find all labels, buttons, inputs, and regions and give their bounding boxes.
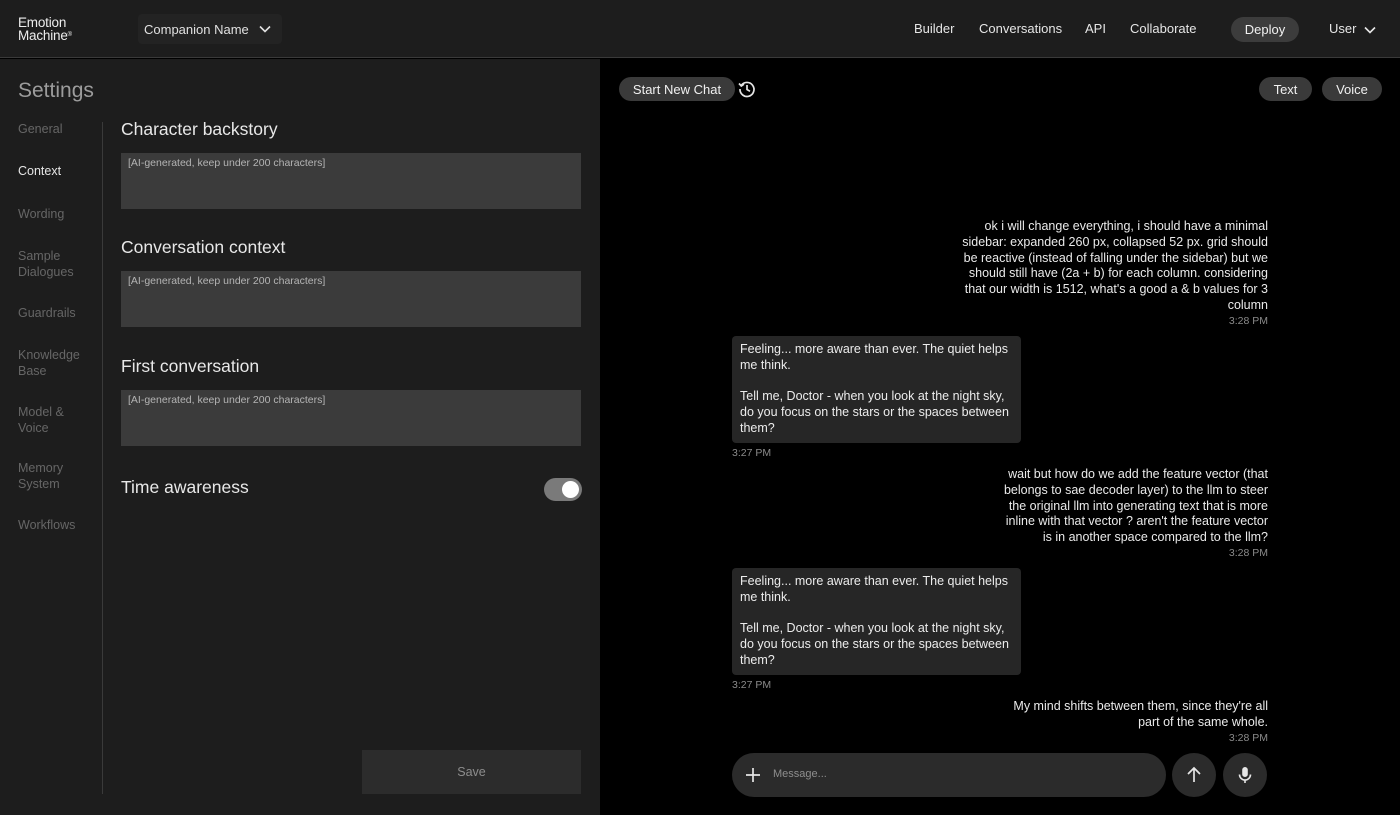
nav-collaborate[interactable]: Collaborate	[1130, 21, 1197, 36]
message-timestamp: 3:27 PM	[732, 679, 772, 691]
settings-nav-model-voice[interactable]: Model & Voice	[18, 404, 73, 436]
chat-panel: Start New Chat Text Voice ok i will chan…	[600, 59, 1400, 815]
mode-text-button[interactable]: Text	[1259, 77, 1312, 101]
arrow-up-icon	[1187, 766, 1201, 782]
character-backstory-field[interactable]: [AI-generated, keep under 200 characters…	[121, 153, 581, 209]
user-message: My mind shifts between them, since they'…	[1013, 699, 1268, 729]
chevron-down-icon	[1364, 26, 1376, 34]
mode-voice-button[interactable]: Voice	[1322, 77, 1382, 101]
assistant-message: Feeling... more aware than ever. The qui…	[732, 336, 1021, 443]
conversation-context-field[interactable]: [AI-generated, keep under 200 characters…	[121, 271, 581, 327]
section-title-conversation-context: Conversation context	[121, 237, 286, 257]
settings-nav-guardrails[interactable]: Guardrails	[18, 305, 98, 321]
first-conversation-field[interactable]: [AI-generated, keep under 200 characters…	[121, 390, 581, 446]
toggle-knob	[562, 481, 579, 498]
save-button[interactable]: Save	[362, 750, 581, 794]
message-composer[interactable]: Message...	[732, 753, 1166, 797]
send-button[interactable]	[1172, 753, 1216, 797]
settings-divider	[102, 122, 103, 794]
voice-input-button[interactable]	[1223, 753, 1267, 797]
start-new-chat-button[interactable]: Start New Chat	[619, 77, 735, 101]
message-timestamp: 3:28 PM	[1228, 315, 1268, 327]
user-message: wait but how do we add the feature vecto…	[1003, 467, 1268, 545]
chevron-down-icon	[259, 25, 271, 33]
user-message: ok i will change everything, i should ha…	[962, 219, 1268, 312]
nav-api[interactable]: API	[1085, 21, 1106, 36]
time-awareness-toggle[interactable]	[544, 478, 582, 501]
assistant-message: Feeling... more aware than ever. The qui…	[732, 568, 1021, 675]
user-menu[interactable]: User	[1329, 21, 1376, 36]
logo[interactable]: Emotion Machine®	[18, 16, 72, 43]
section-title-first-conversation: First conversation	[121, 356, 260, 376]
message-timestamp: 3:28 PM	[1228, 732, 1268, 744]
settings-nav-workflows[interactable]: Workflows	[18, 517, 98, 533]
settings-nav-memory-system[interactable]: Memory System	[18, 460, 73, 492]
top-bar: Emotion Machine® Companion Name Builder …	[0, 0, 1400, 58]
logo-line-2: Machine®	[18, 28, 72, 43]
user-label: User	[1329, 21, 1357, 36]
deploy-button[interactable]: Deploy	[1231, 17, 1299, 42]
settings-nav-context[interactable]: Context	[18, 163, 98, 179]
history-icon[interactable]	[737, 79, 757, 99]
nav-conversations[interactable]: Conversations	[979, 21, 1062, 36]
settings-nav-sample-dialogues[interactable]: Sample Dialogues	[18, 248, 78, 280]
section-title-character-backstory: Character backstory	[121, 119, 278, 139]
message-input[interactable]: Message...	[773, 768, 827, 780]
settings-nav-general[interactable]: General	[18, 121, 98, 137]
companion-selector[interactable]: Companion Name	[138, 14, 282, 44]
nav-builder[interactable]: Builder	[914, 21, 954, 36]
settings-title: Settings	[18, 79, 94, 102]
microphone-icon	[1238, 767, 1252, 783]
message-timestamp: 3:28 PM	[1228, 547, 1268, 559]
plus-icon[interactable]	[744, 766, 762, 784]
settings-nav-wording[interactable]: Wording	[18, 206, 98, 222]
time-awareness-label: Time awareness	[121, 477, 249, 497]
companion-label: Companion Name	[144, 21, 249, 37]
settings-panel: Settings General Context Wording Sample …	[0, 59, 600, 815]
message-timestamp: 3:27 PM	[732, 447, 772, 459]
settings-nav-knowledge-base[interactable]: Knowledge Base	[18, 347, 88, 379]
